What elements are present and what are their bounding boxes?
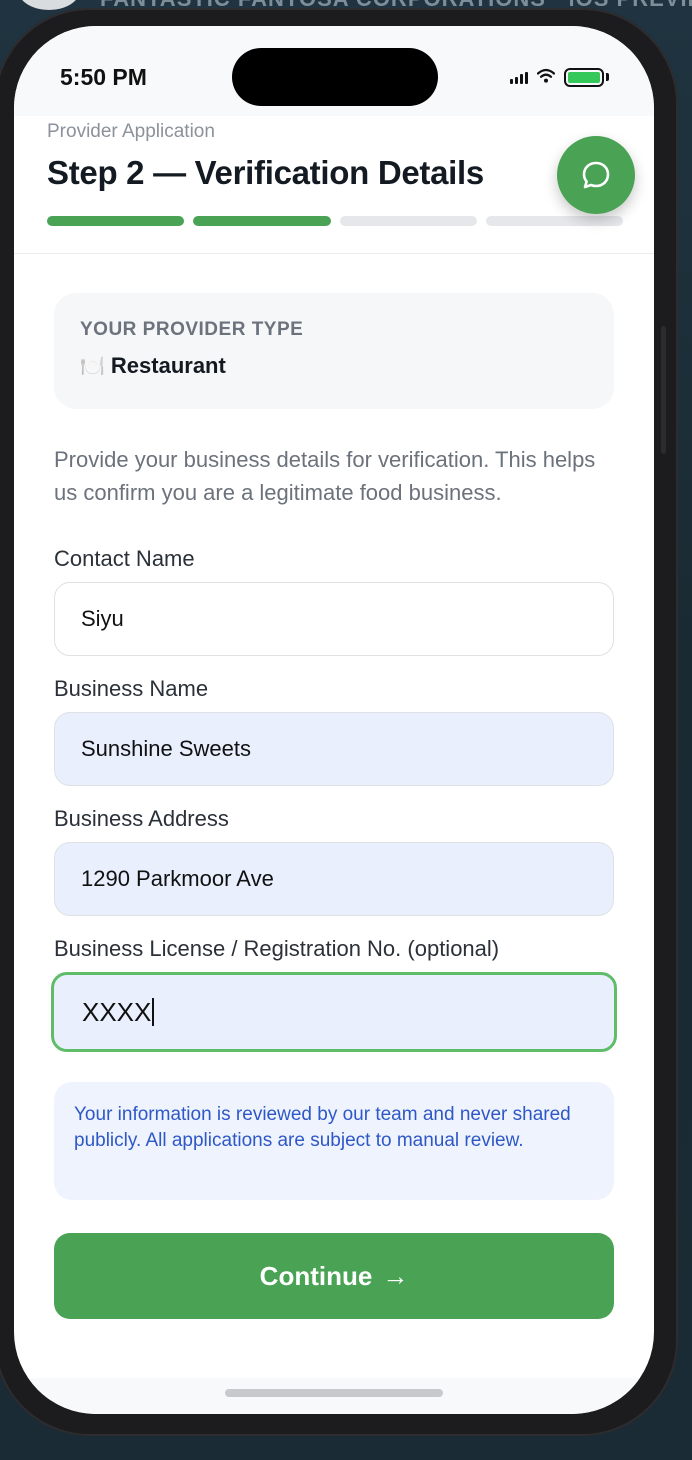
- provider-type-label: YOUR PROVIDER TYPE: [80, 319, 304, 340]
- arrow-right-icon: →: [382, 1260, 409, 1291]
- license-input[interactable]: XXXX: [51, 972, 617, 1052]
- provider-type-name: Restaurant: [110, 353, 226, 378]
- provider-type-card: YOUR PROVIDER TYPE 🍽️ Restaurant: [54, 293, 614, 409]
- wifi-icon: [537, 68, 555, 83]
- battery-tip: [606, 73, 609, 81]
- privacy-notice: Your information is reviewed by our team…: [54, 1082, 614, 1200]
- chat-button[interactable]: [557, 136, 635, 214]
- provider-type-value: 🍽️ Restaurant: [80, 353, 588, 379]
- contact-name-value: Siyu: [81, 606, 124, 631]
- contact-name-input[interactable]: Siyu: [54, 582, 614, 656]
- chat-bubble-icon: [582, 161, 610, 189]
- continue-button[interactable]: Continue →: [54, 1233, 614, 1319]
- page-title: Step 2 — Verification Details: [47, 154, 484, 191]
- step-progress-bar: [47, 216, 623, 226]
- form-content: YOUR PROVIDER TYPE 🍽️ Restaurant Provide…: [51, 293, 617, 1319]
- progress-step-4: [485, 216, 623, 226]
- battery-icon: [564, 68, 604, 87]
- license-value: XXXX: [82, 996, 152, 1027]
- business-name-label: Business Name: [54, 676, 209, 701]
- status-bar: 5:50 PM: [14, 26, 654, 116]
- business-address-value: 1290 Parkmoor Ave: [81, 866, 274, 891]
- home-indicator[interactable]: [225, 1389, 443, 1397]
- business-address-input[interactable]: 1290 Parkmoor Ave: [54, 842, 614, 916]
- business-address-label: Business Address: [54, 806, 229, 831]
- business-name-input[interactable]: Sunshine Sweets: [54, 712, 614, 786]
- phone-screen: 5:50 PM Provider Application Step 2 — Ve…: [14, 26, 654, 1414]
- dynamic-island: [232, 48, 438, 106]
- signal-icon: [510, 72, 528, 84]
- app-logo: [18, 0, 80, 10]
- continue-label: Continue: [259, 1260, 373, 1291]
- phone-side-button: [661, 326, 666, 454]
- contact-name-label: Contact Name: [54, 546, 195, 571]
- progress-step-3: [339, 216, 477, 226]
- text-caret: [152, 998, 155, 1026]
- business-name-value: Sunshine Sweets: [81, 736, 251, 761]
- intro-text: Provide your business details for verifi…: [54, 447, 596, 505]
- license-label: Business License / Registration No. (opt…: [54, 936, 500, 961]
- page-eyebrow: Provider Application: [47, 121, 215, 142]
- status-time: 5:50 PM: [60, 64, 147, 90]
- battery-level: [568, 72, 600, 83]
- plate-cutlery-icon: 🍽️: [80, 355, 105, 378]
- progress-step-2: [193, 216, 331, 226]
- progress-step-1: [47, 216, 185, 226]
